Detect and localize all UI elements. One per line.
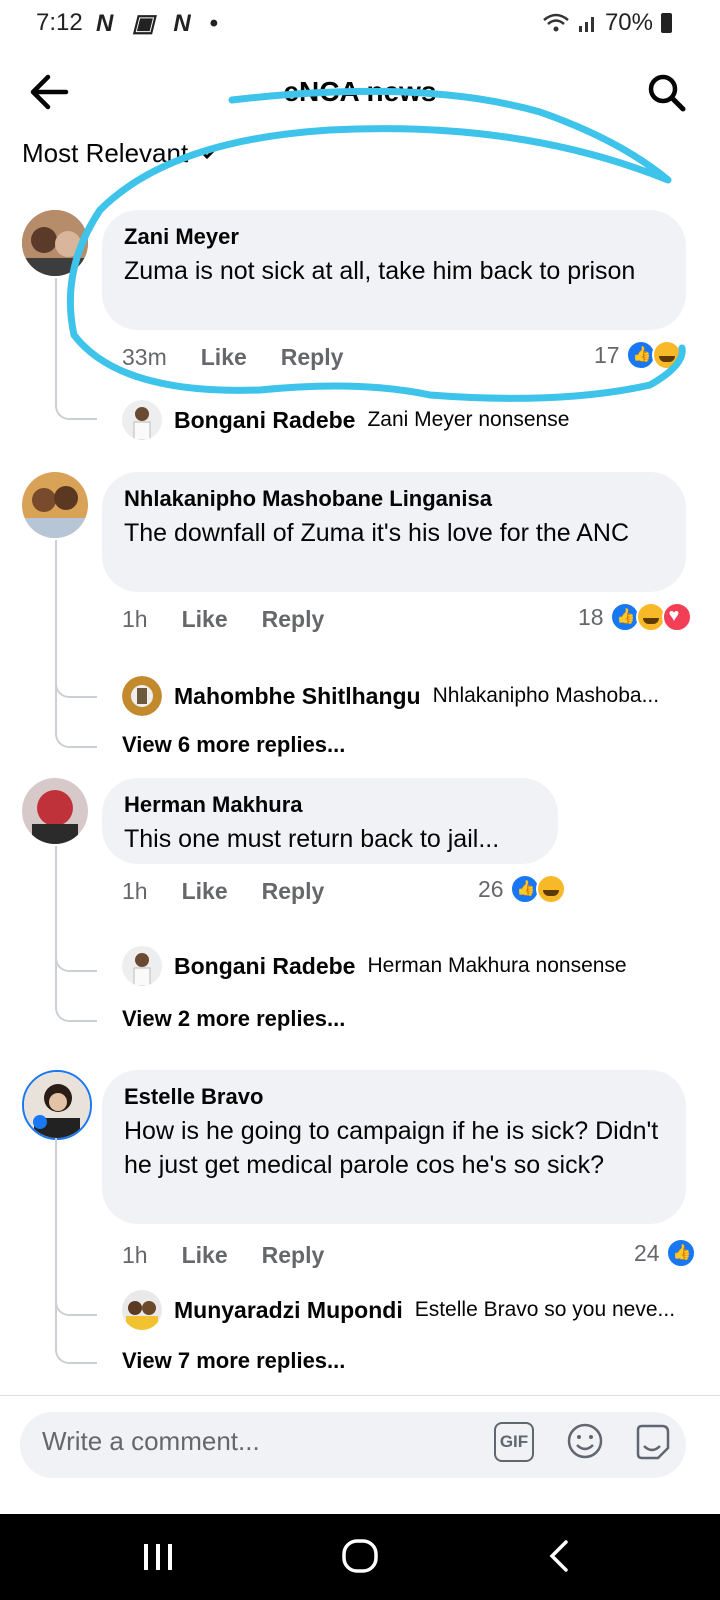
love-reaction-icon	[661, 602, 692, 632]
home-icon[interactable]	[340, 1538, 380, 1574]
comment-bubble[interactable]: Zani Meyer Zuma is not sick at all, take…	[102, 210, 686, 330]
view-more-replies[interactable]: View 7 more replies...	[122, 1348, 345, 1374]
battery-icon	[661, 13, 672, 33]
reply-item[interactable]: Munyaradzi Mupondi Estelle Bravo so you …	[122, 1290, 675, 1330]
reply-text: Herman Makhura nonsense	[367, 954, 627, 977]
reply-avatar[interactable]	[122, 676, 162, 716]
reply-avatar[interactable]	[122, 1290, 162, 1330]
thread-line	[55, 278, 97, 420]
sort-label: Most Relevant	[22, 138, 189, 168]
thread-line	[55, 1138, 97, 1364]
status-bar: 7:12 N ▣ N • 70%	[0, 0, 720, 46]
thread-line	[55, 846, 97, 1022]
reaction-summary[interactable]: 26	[478, 874, 566, 904]
search-icon[interactable]	[646, 72, 686, 112]
haha-reaction-icon	[651, 340, 682, 370]
comment-author[interactable]: Nhlakanipho Mashobane Linganisa	[124, 486, 664, 512]
reply-avatar[interactable]	[122, 400, 162, 440]
gif-button[interactable]: GIF	[494, 1422, 534, 1462]
status-time: 7:12	[36, 9, 83, 36]
reply-item[interactable]: Bongani Radebe Herman Makhura nonsense	[122, 946, 627, 986]
comment-meta: 1h Like Reply	[122, 1242, 358, 1269]
avatar[interactable]	[22, 1070, 92, 1140]
avatar[interactable]	[22, 210, 88, 276]
reaction-count: 24	[634, 1239, 660, 1266]
comment-placeholder: Write a comment...	[42, 1426, 260, 1456]
notification-icons: N ▣ N •	[96, 10, 224, 37]
comment-text: The downfall of Zuma it's his love for t…	[124, 519, 629, 547]
comment-bubble[interactable]: Estelle Bravo How is he going to campaig…	[102, 1070, 686, 1224]
haha-reaction-icon	[535, 874, 566, 904]
signal-icon	[578, 17, 594, 32]
comment-meta: 33m Like Reply	[122, 344, 377, 371]
app-bar: eNCA news	[0, 46, 720, 136]
recent-apps-icon[interactable]	[138, 1538, 178, 1574]
chevron-down-icon	[199, 148, 216, 159]
reply-item[interactable]: Mahombhe Shitlhangu Nhlakanipho Mashoba.…	[122, 676, 659, 716]
comment-bubble[interactable]: Herman Makhura This one must return back…	[102, 778, 558, 864]
sticker-icon[interactable]	[632, 1422, 672, 1462]
comment-author[interactable]: Zani Meyer	[124, 224, 664, 250]
reaction-summary[interactable]: 24	[634, 1238, 696, 1268]
reply-author[interactable]: Bongani Radebe	[174, 953, 355, 980]
comment-text: How is he going to campaign if he is sic…	[124, 1117, 659, 1179]
reply-avatar[interactable]	[122, 946, 162, 986]
like-button[interactable]: Like	[182, 878, 228, 905]
battery-percent: 70%	[604, 9, 653, 36]
reply-button[interactable]: Reply	[262, 606, 325, 633]
comment-time: 1h	[122, 1242, 148, 1268]
reply-text: Nhlakanipho Mashoba...	[432, 684, 660, 707]
comment-time: 33m	[122, 344, 167, 370]
emoji-icon[interactable]	[566, 1422, 604, 1460]
comment-time: 1h	[122, 606, 148, 632]
reply-button[interactable]: Reply	[281, 344, 344, 371]
avatar[interactable]	[22, 778, 88, 844]
sort-dropdown[interactable]: Most Relevant	[22, 138, 216, 169]
comment-time: 1h	[122, 878, 148, 904]
view-more-replies[interactable]: View 2 more replies...	[122, 1006, 345, 1032]
comment-composer: Write a comment... GIF	[0, 1395, 720, 1516]
reaction-summary[interactable]: 17	[594, 340, 682, 370]
reply-text: Zani Meyer nonsense	[367, 408, 570, 431]
reply-author[interactable]: Bongani Radebe	[174, 407, 355, 434]
wifi-icon	[543, 13, 569, 32]
reaction-summary[interactable]: 18	[578, 602, 692, 632]
reply-button[interactable]: Reply	[262, 1242, 325, 1269]
like-reaction-icon	[665, 1238, 696, 1268]
comment-author[interactable]: Herman Makhura	[124, 792, 536, 818]
reply-author[interactable]: Munyaradzi Mupondi	[174, 1297, 403, 1324]
like-button[interactable]: Like	[182, 606, 228, 633]
comment-meta: 1h Like Reply	[122, 878, 358, 905]
reply-text: Estelle Bravo so you neve...	[414, 1298, 676, 1321]
comment-text: This one must return back to jail...	[124, 825, 500, 853]
avatar[interactable]	[22, 472, 88, 538]
comment-meta: 1h Like Reply	[122, 606, 358, 633]
comment-text: Zuma is not sick at all, take him back t…	[124, 257, 636, 285]
reaction-count: 17	[594, 341, 620, 368]
reaction-count: 18	[578, 603, 604, 630]
thread-line	[55, 540, 97, 748]
page-title: eNCA news	[283, 76, 437, 107]
reply-author[interactable]: Mahombhe Shitlhangu	[174, 683, 421, 710]
like-button[interactable]: Like	[182, 1242, 228, 1269]
reaction-count: 26	[478, 875, 504, 902]
view-more-replies[interactable]: View 6 more replies...	[122, 732, 345, 758]
status-right: 70%	[543, 9, 672, 37]
back-nav-icon[interactable]	[540, 1538, 580, 1574]
comment-bubble[interactable]: Nhlakanipho Mashobane Linganisa The down…	[102, 472, 686, 592]
reply-button[interactable]: Reply	[262, 878, 325, 905]
system-nav-bar	[0, 1514, 720, 1600]
reply-item[interactable]: Bongani Radebe Zani Meyer nonsense	[122, 400, 569, 440]
like-button[interactable]: Like	[201, 344, 247, 371]
comment-author[interactable]: Estelle Bravo	[124, 1084, 664, 1110]
